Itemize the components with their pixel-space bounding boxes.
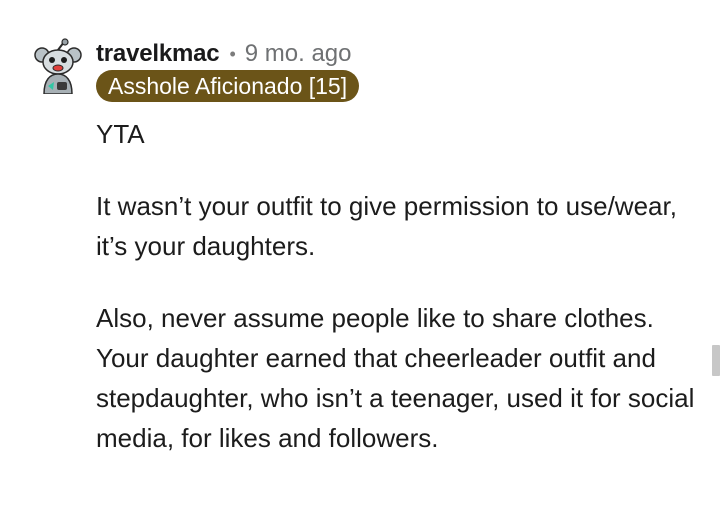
comment-paragraph: YTA	[96, 119, 145, 149]
comment-body: YTA It wasn’t your outfit to give permis…	[96, 114, 696, 490]
comment: travelkmac • 9 mo. ago Asshole Aficionad…	[0, 0, 720, 512]
user-flair-badge: Asshole Aficionado [15]	[96, 70, 360, 102]
comment-paragraph: Also, never assume people like to share …	[96, 303, 695, 453]
username-link[interactable]: travelkmac	[96, 40, 220, 68]
meta-separator: •	[229, 43, 236, 64]
comment-header: travelkmac • 9 mo. ago	[96, 38, 351, 70]
reddit-snoo-avatar-icon	[34, 38, 82, 95]
timestamp[interactable]: 9 mo. ago	[245, 40, 352, 68]
scrollbar-thumb[interactable]	[712, 345, 720, 376]
avatar[interactable]	[30, 38, 86, 95]
comment-paragraph: It wasn’t your outfit to give permission…	[96, 191, 677, 261]
